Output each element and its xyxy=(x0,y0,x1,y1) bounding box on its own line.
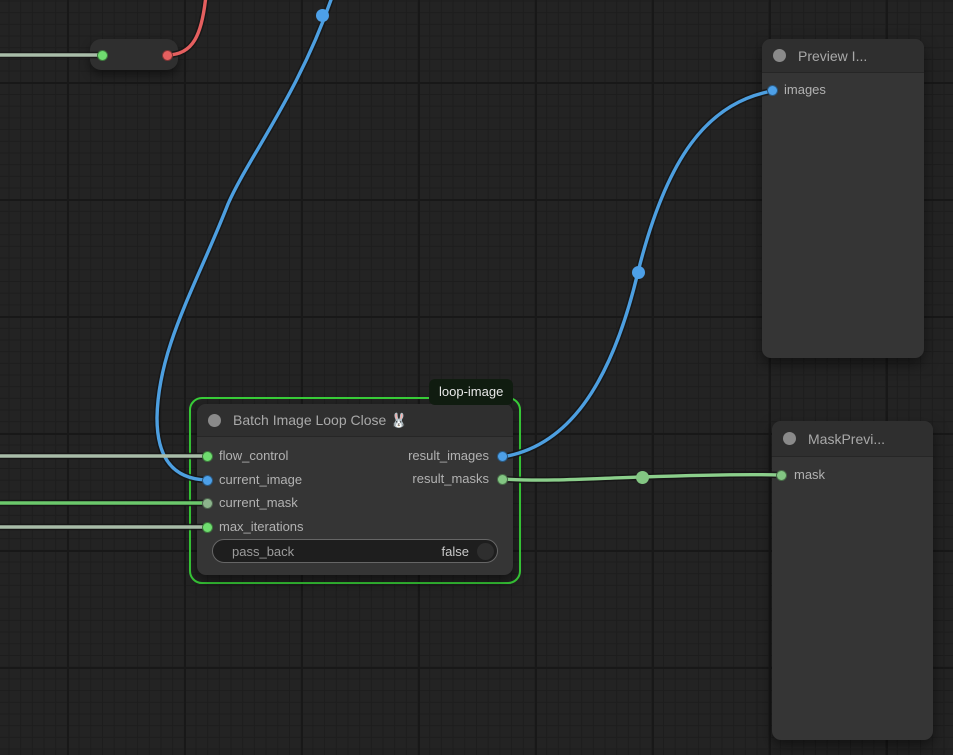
node-mask-preview[interactable]: MaskPrevi... mask xyxy=(772,421,933,740)
port-input-mask[interactable] xyxy=(776,470,787,481)
widget-toggle-icon[interactable] xyxy=(477,543,494,560)
port-collapsed-output[interactable] xyxy=(162,50,173,61)
pass-back-widget[interactable]: pass_back false xyxy=(212,539,498,563)
port-input-current-image[interactable] xyxy=(202,475,213,486)
node-title: Batch Image Loop Close 🐰 xyxy=(233,412,408,429)
node-graph-canvas[interactable]: loop-image Batch Image Loop Close 🐰 flow… xyxy=(0,0,953,755)
input-label-current-mask: current_mask xyxy=(219,494,298,512)
node-title: MaskPrevi... xyxy=(808,431,885,447)
input-label-mask: mask xyxy=(794,466,825,484)
node-header: Batch Image Loop Close 🐰 xyxy=(197,404,513,437)
node-badge: loop-image xyxy=(429,379,513,405)
port-output-result-masks[interactable] xyxy=(497,474,508,485)
port-output-result-images[interactable] xyxy=(497,451,508,462)
node-batch-image-loop-close[interactable]: Batch Image Loop Close 🐰 flow_control cu… xyxy=(197,404,513,575)
node-header: MaskPrevi... xyxy=(772,421,933,457)
port-input-flow-control[interactable] xyxy=(202,451,213,462)
collapse-dot-icon[interactable] xyxy=(773,49,786,62)
port-input-current-mask[interactable] xyxy=(202,498,213,509)
collapse-dot-icon[interactable] xyxy=(208,414,221,427)
input-label-max-iterations: max_iterations xyxy=(219,518,304,536)
node-preview-image[interactable]: Preview I... images xyxy=(762,39,924,358)
output-label-result-images: result_images xyxy=(408,447,489,465)
link-dot-result-masks[interactable] xyxy=(636,471,649,484)
collapse-dot-icon[interactable] xyxy=(783,432,796,445)
node-title: Preview I... xyxy=(798,48,867,64)
link-dot-current-image[interactable] xyxy=(316,9,329,22)
input-label-current-image: current_image xyxy=(219,471,302,489)
widget-label: pass_back xyxy=(232,544,442,559)
widget-value: false xyxy=(442,544,469,559)
input-label-images: images xyxy=(784,81,826,99)
node-header: Preview I... xyxy=(762,39,924,73)
port-input-max-iterations[interactable] xyxy=(202,522,213,533)
port-input-images[interactable] xyxy=(767,85,778,96)
output-label-result-masks: result_masks xyxy=(412,470,489,488)
input-label-flow-control: flow_control xyxy=(219,447,288,465)
link-dot-result-images[interactable] xyxy=(632,266,645,279)
port-collapsed-input[interactable] xyxy=(97,50,108,61)
